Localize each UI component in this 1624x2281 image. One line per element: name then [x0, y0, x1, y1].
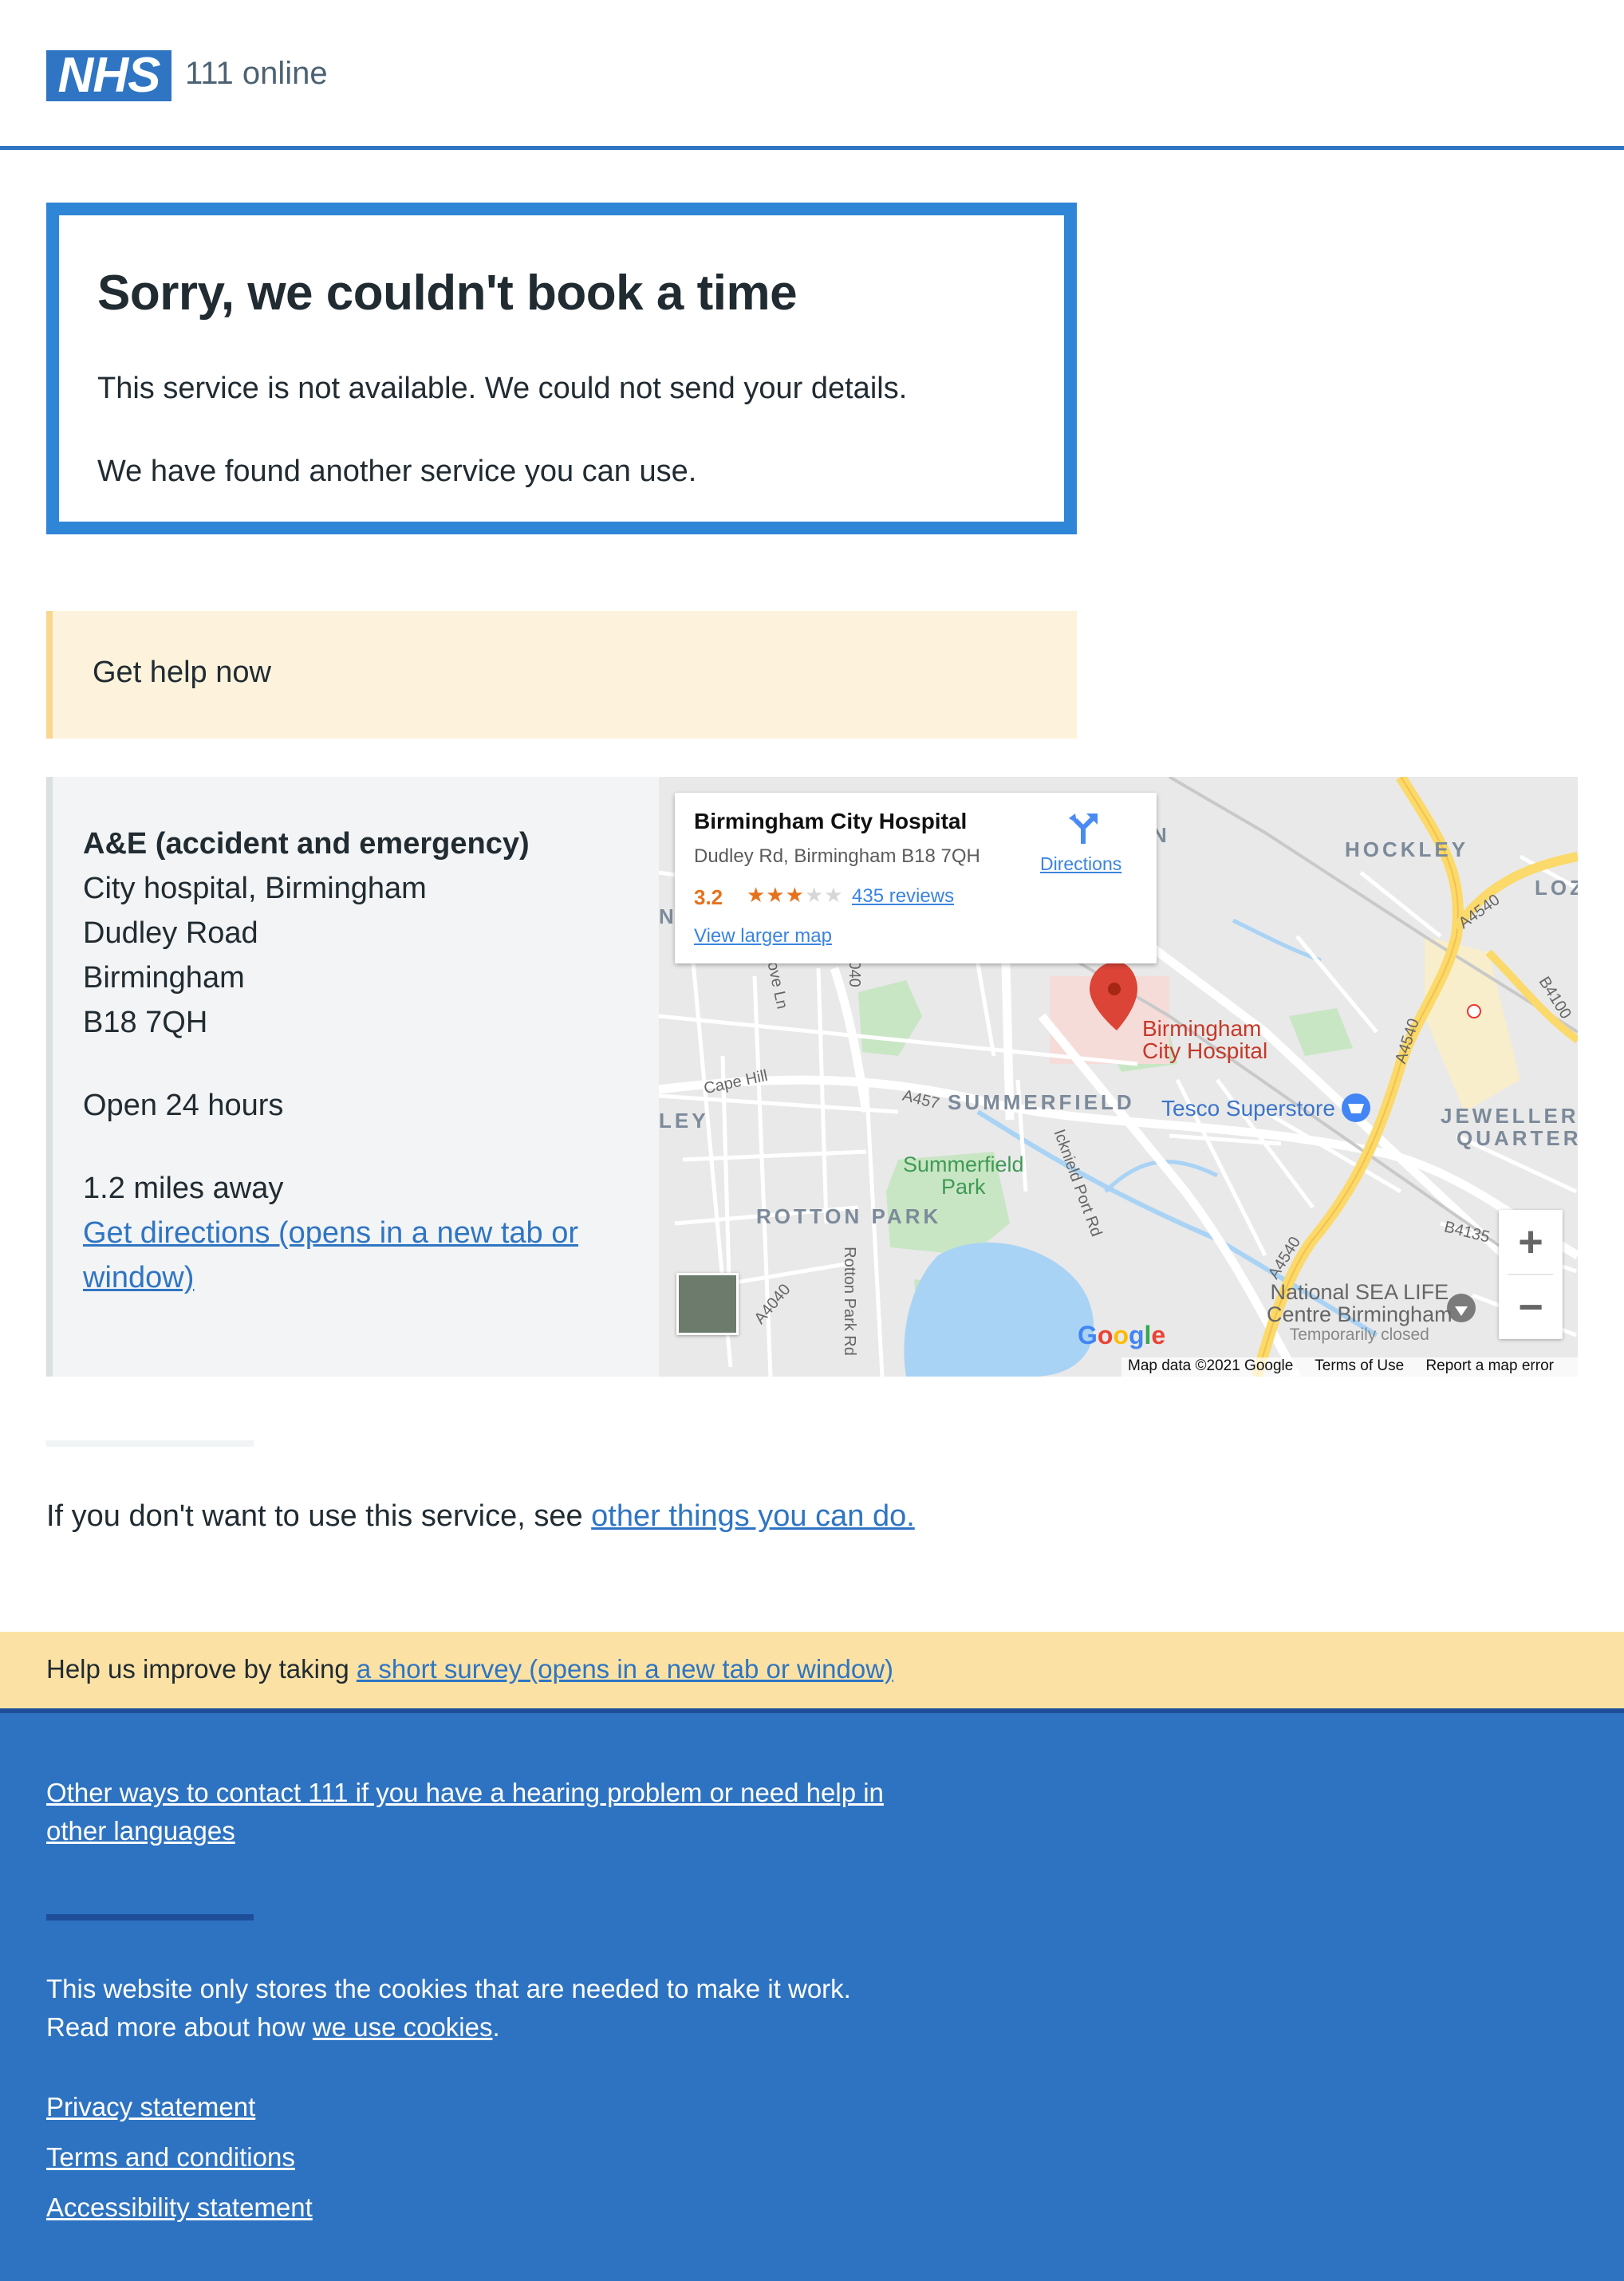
distance: 1.2 miles away [83, 1172, 284, 1205]
map-label-ley: LEY [659, 1109, 709, 1133]
error-alert-box: Sorry, we couldn't book a time This serv… [46, 203, 1077, 534]
section-divider [46, 1440, 254, 1447]
map-poi-sealife[interactable]: National SEA LIFE Centre Birmingham Temp… [1267, 1281, 1453, 1345]
rating-stars-icon: ★★★★★ [747, 883, 844, 907]
map-zoom-control: + − [1499, 1210, 1563, 1339]
footer-divider [46, 1914, 254, 1921]
footer-links: Privacy statement Terms and conditions A… [46, 2088, 313, 2239]
directions-icon[interactable] [1066, 810, 1101, 845]
zoom-out-button[interactable]: − [1499, 1275, 1563, 1339]
map-label-hockley: HOCKLEY [1345, 837, 1469, 861]
page-title: Sorry, we couldn't book a time [97, 266, 798, 321]
map-data-attribution: Map data ©2021 Google [1128, 1357, 1294, 1374]
google-logo: Google [1078, 1321, 1166, 1349]
map-label-rotton-park: ROTTON PARK [756, 1204, 942, 1228]
address-postcode: B18 7QH [83, 1006, 208, 1039]
service-name[interactable]: 111 online [185, 56, 328, 92]
map-poi-summerfield-park[interactable]: Summerfield Park [903, 1153, 1024, 1198]
view-larger-map-link[interactable]: View larger map [694, 925, 832, 947]
site-header: NHS 111 online [0, 0, 1624, 150]
map-poi-hospital-line1: Birmingham [1142, 1016, 1262, 1041]
map-attribution: Map data ©2021 Google Terms of Use Repor… [1121, 1357, 1578, 1377]
map-poi-park-line2: Park [941, 1175, 986, 1199]
map-embed[interactable]: HOCKLEY LOZ N N LEY SUMMERFIELD ROTTON P… [659, 777, 1578, 1377]
info-window-rating: 3.2 [694, 885, 723, 909]
survey-prefix: Help us improve by taking [46, 1654, 357, 1684]
info-window-reviews-link[interactable]: 435 reviews [852, 885, 954, 908]
privacy-statement-link[interactable]: Privacy statement [46, 2088, 313, 2126]
survey-text: Help us improve by taking a short survey… [46, 1654, 893, 1684]
map-label-quarter: QUARTER [1456, 1126, 1578, 1150]
map-report-error-link[interactable]: Report a map error [1425, 1357, 1554, 1374]
opening-hours: Open 24 hours [83, 1089, 284, 1122]
cookies-period: . [492, 2012, 500, 2042]
survey-link[interactable]: a short survey (opens in a new tab or wi… [357, 1654, 893, 1684]
other-ways-to-contact-link[interactable]: Other ways to contact 111 if you have a … [46, 1774, 908, 1850]
other-options-text: If you don't want to use this service, s… [46, 1499, 592, 1533]
cookies-read-more: Read more about how [46, 2012, 313, 2042]
address-line: Dudley Road [83, 916, 258, 950]
map-poi-sealife-line2: Centre Birmingham [1267, 1302, 1453, 1326]
other-things-link[interactable]: other things you can do. [591, 1499, 915, 1533]
alert-alternative-message: We have found another service you can us… [97, 455, 697, 488]
other-options-paragraph: If you don't want to use this service, s… [46, 1499, 915, 1534]
directions-link[interactable]: Directions [1040, 853, 1121, 875]
terms-and-conditions-link[interactable]: Terms and conditions [46, 2138, 313, 2177]
site-footer: Other ways to contact 111 if you have a … [0, 1708, 1624, 2281]
map-poi-sealife-status: Temporarily closed [1289, 1326, 1429, 1344]
info-window-address: Dudley Rd, Birmingham B18 7QH [694, 845, 980, 867]
satellite-view-toggle[interactable] [676, 1273, 739, 1335]
alert-message: This service is not available. We could … [97, 372, 908, 405]
get-help-now-label: Get help now [93, 656, 271, 689]
cookies-link[interactable]: we use cookies [313, 2012, 493, 2042]
map-poi-hospital[interactable]: Birmingham City Hospital [1142, 1018, 1267, 1062]
info-window-title: Birmingham City Hospital [694, 809, 968, 833]
map-road-rotton-park: Rotton Park Rd [840, 1247, 858, 1356]
zoom-in-button[interactable]: + [1499, 1210, 1563, 1274]
map-poi-tesco[interactable]: Tesco Superstore [1161, 1096, 1335, 1121]
service-name-heading: A&E (accident and emergency) [83, 827, 530, 861]
map-label-summerfield: SUMMERFIELD [948, 1090, 1135, 1114]
map-poi-hospital-line2: City Hospital [1142, 1038, 1268, 1063]
cookies-text: This website only stores the cookies tha… [46, 1974, 851, 2003]
survey-banner: Help us improve by taking a short survey… [0, 1632, 1624, 1708]
map-terms-link[interactable]: Terms of Use [1315, 1357, 1404, 1374]
cookies-notice: This website only stores the cookies tha… [46, 1970, 924, 2047]
get-help-now-banner: Get help now [46, 611, 1077, 739]
map-poi-park-line1: Summerfield [903, 1152, 1024, 1176]
map-poi-sealife-line1: National SEA LIFE [1270, 1280, 1449, 1304]
service-details: A&E (accident and emergency) City hospit… [83, 821, 673, 1300]
nhs-logo[interactable]: NHS [46, 50, 171, 101]
map-label-lozells: LOZ [1535, 876, 1578, 900]
address-line: City hospital, Birmingham [83, 872, 427, 905]
address-line: Birmingham [83, 961, 245, 995]
map-label-jewellery: JEWELLERY [1441, 1104, 1578, 1128]
get-directions-link[interactable]: Get directions (opens in a new tab or wi… [83, 1216, 578, 1294]
map-info-window: Birmingham City Hospital Dudley Rd, Birm… [675, 793, 1157, 963]
accessibility-statement-link[interactable]: Accessibility statement [46, 2188, 313, 2227]
